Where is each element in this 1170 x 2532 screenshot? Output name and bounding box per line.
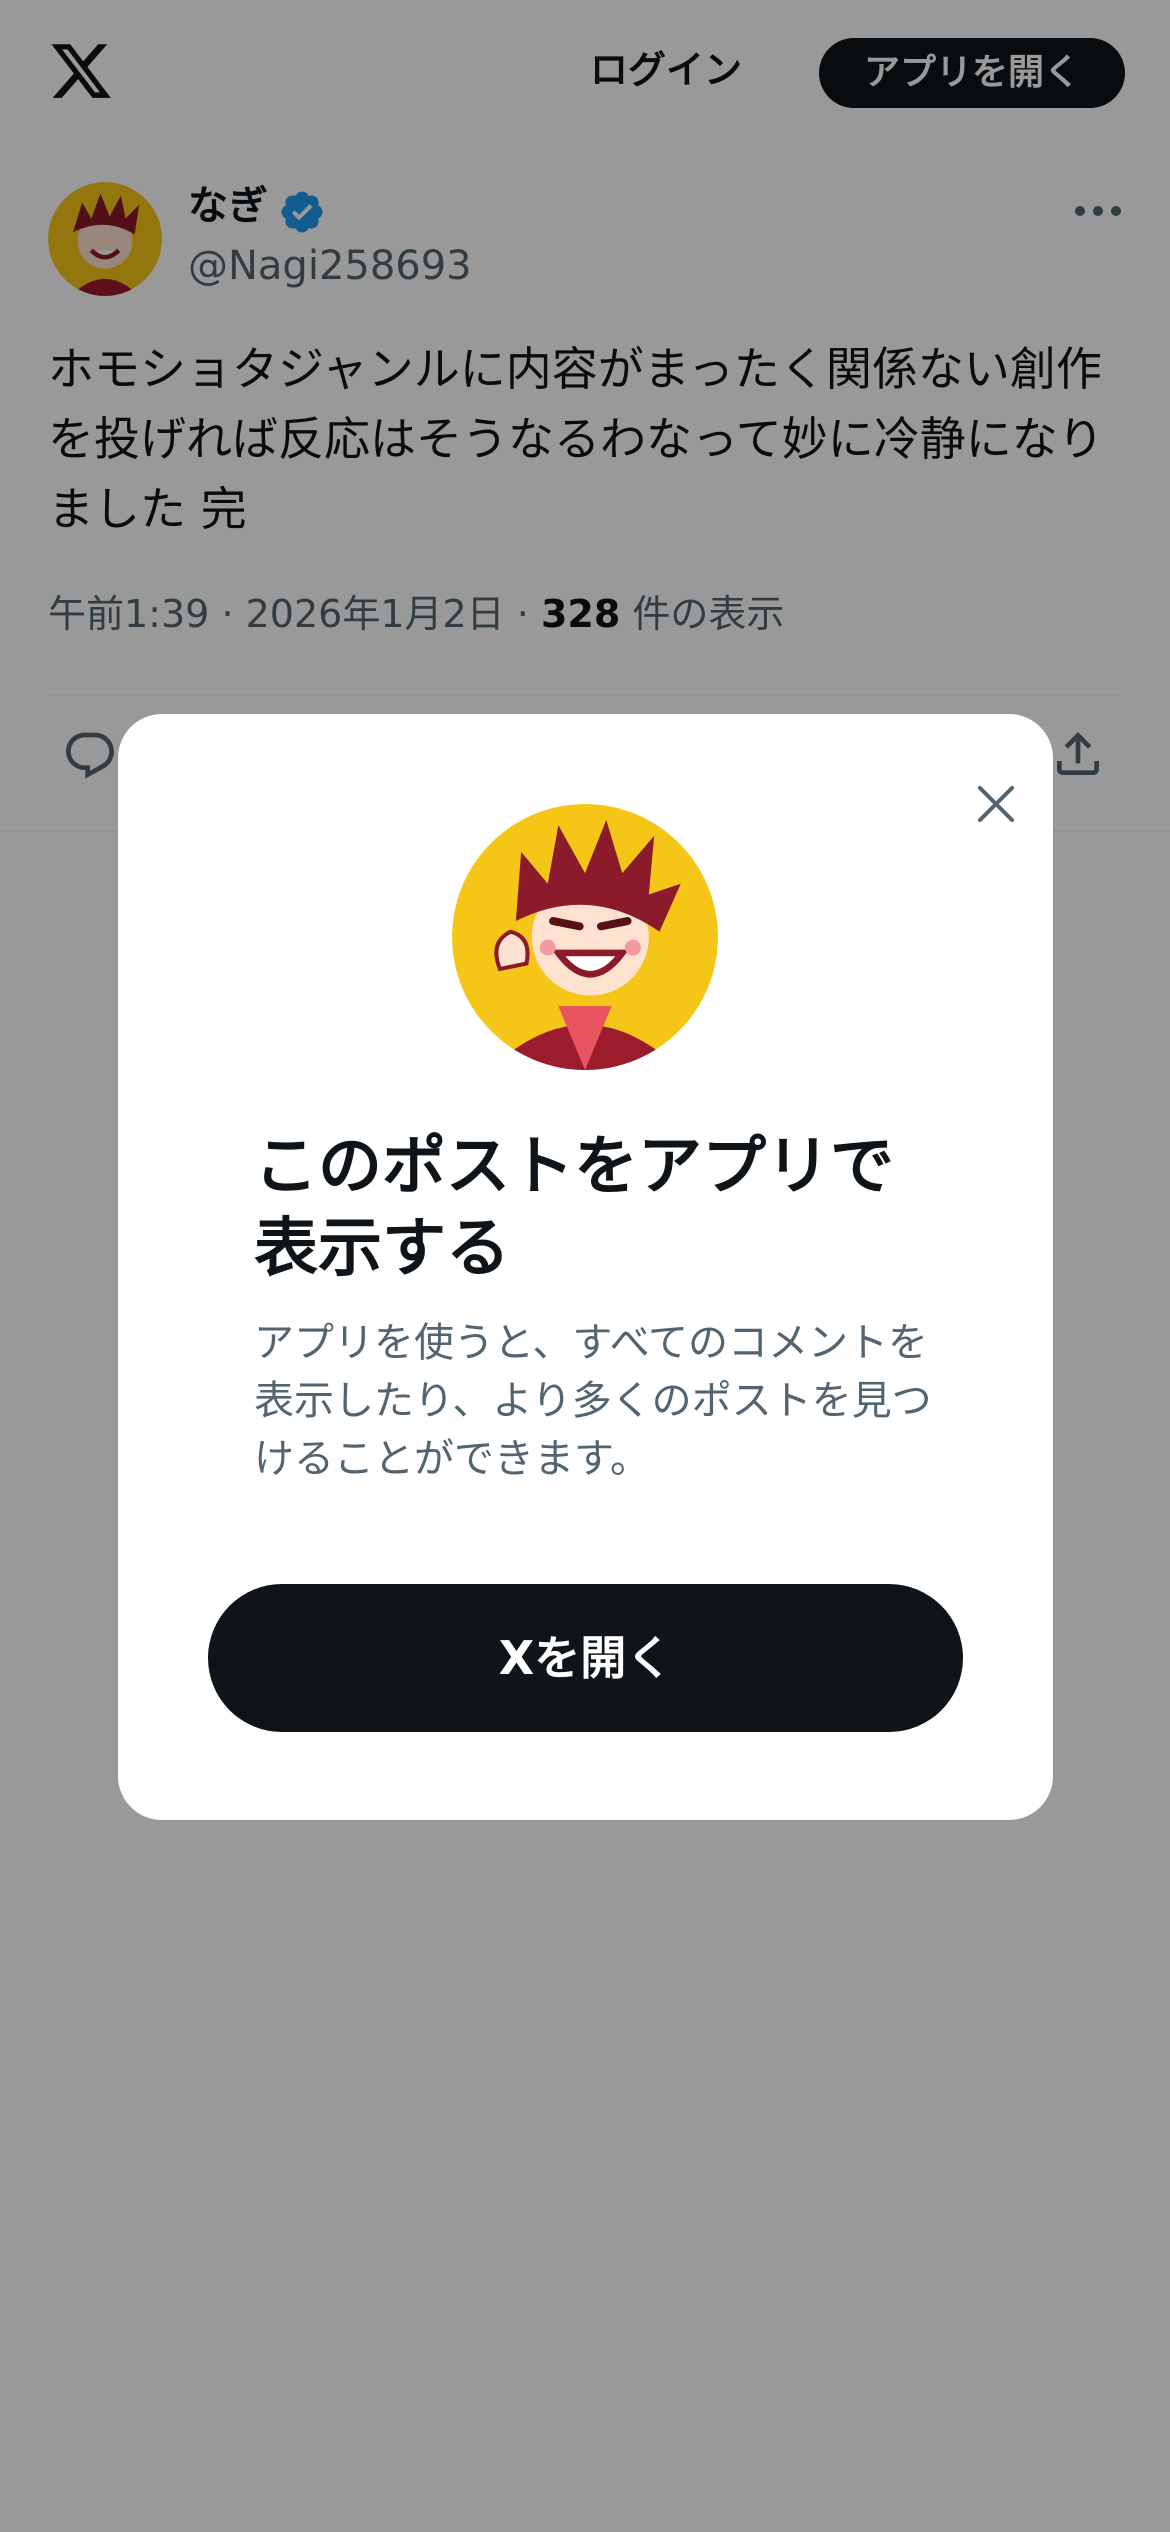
modal-title: このポストをアプリで表示する	[254, 1130, 894, 1286]
close-icon	[978, 786, 1014, 822]
modal-description: アプリを使うと、すべてのコメントを表示したり、より多くのポストを見つけることがで…	[254, 1320, 932, 1482]
open-in-app-modal: このポストをアプリで表示する アプリを使うと、すべてのコメントを表示したり、より…	[118, 714, 1053, 1820]
close-button[interactable]	[948, 756, 1044, 852]
open-x-button[interactable]: Xを開く	[208, 1584, 963, 1732]
modal-avatar	[452, 804, 718, 1070]
post-page: ログイン アプリを開く なぎ @Nagi258693 ホモショタジャンルに内容が…	[0, 0, 1170, 2532]
